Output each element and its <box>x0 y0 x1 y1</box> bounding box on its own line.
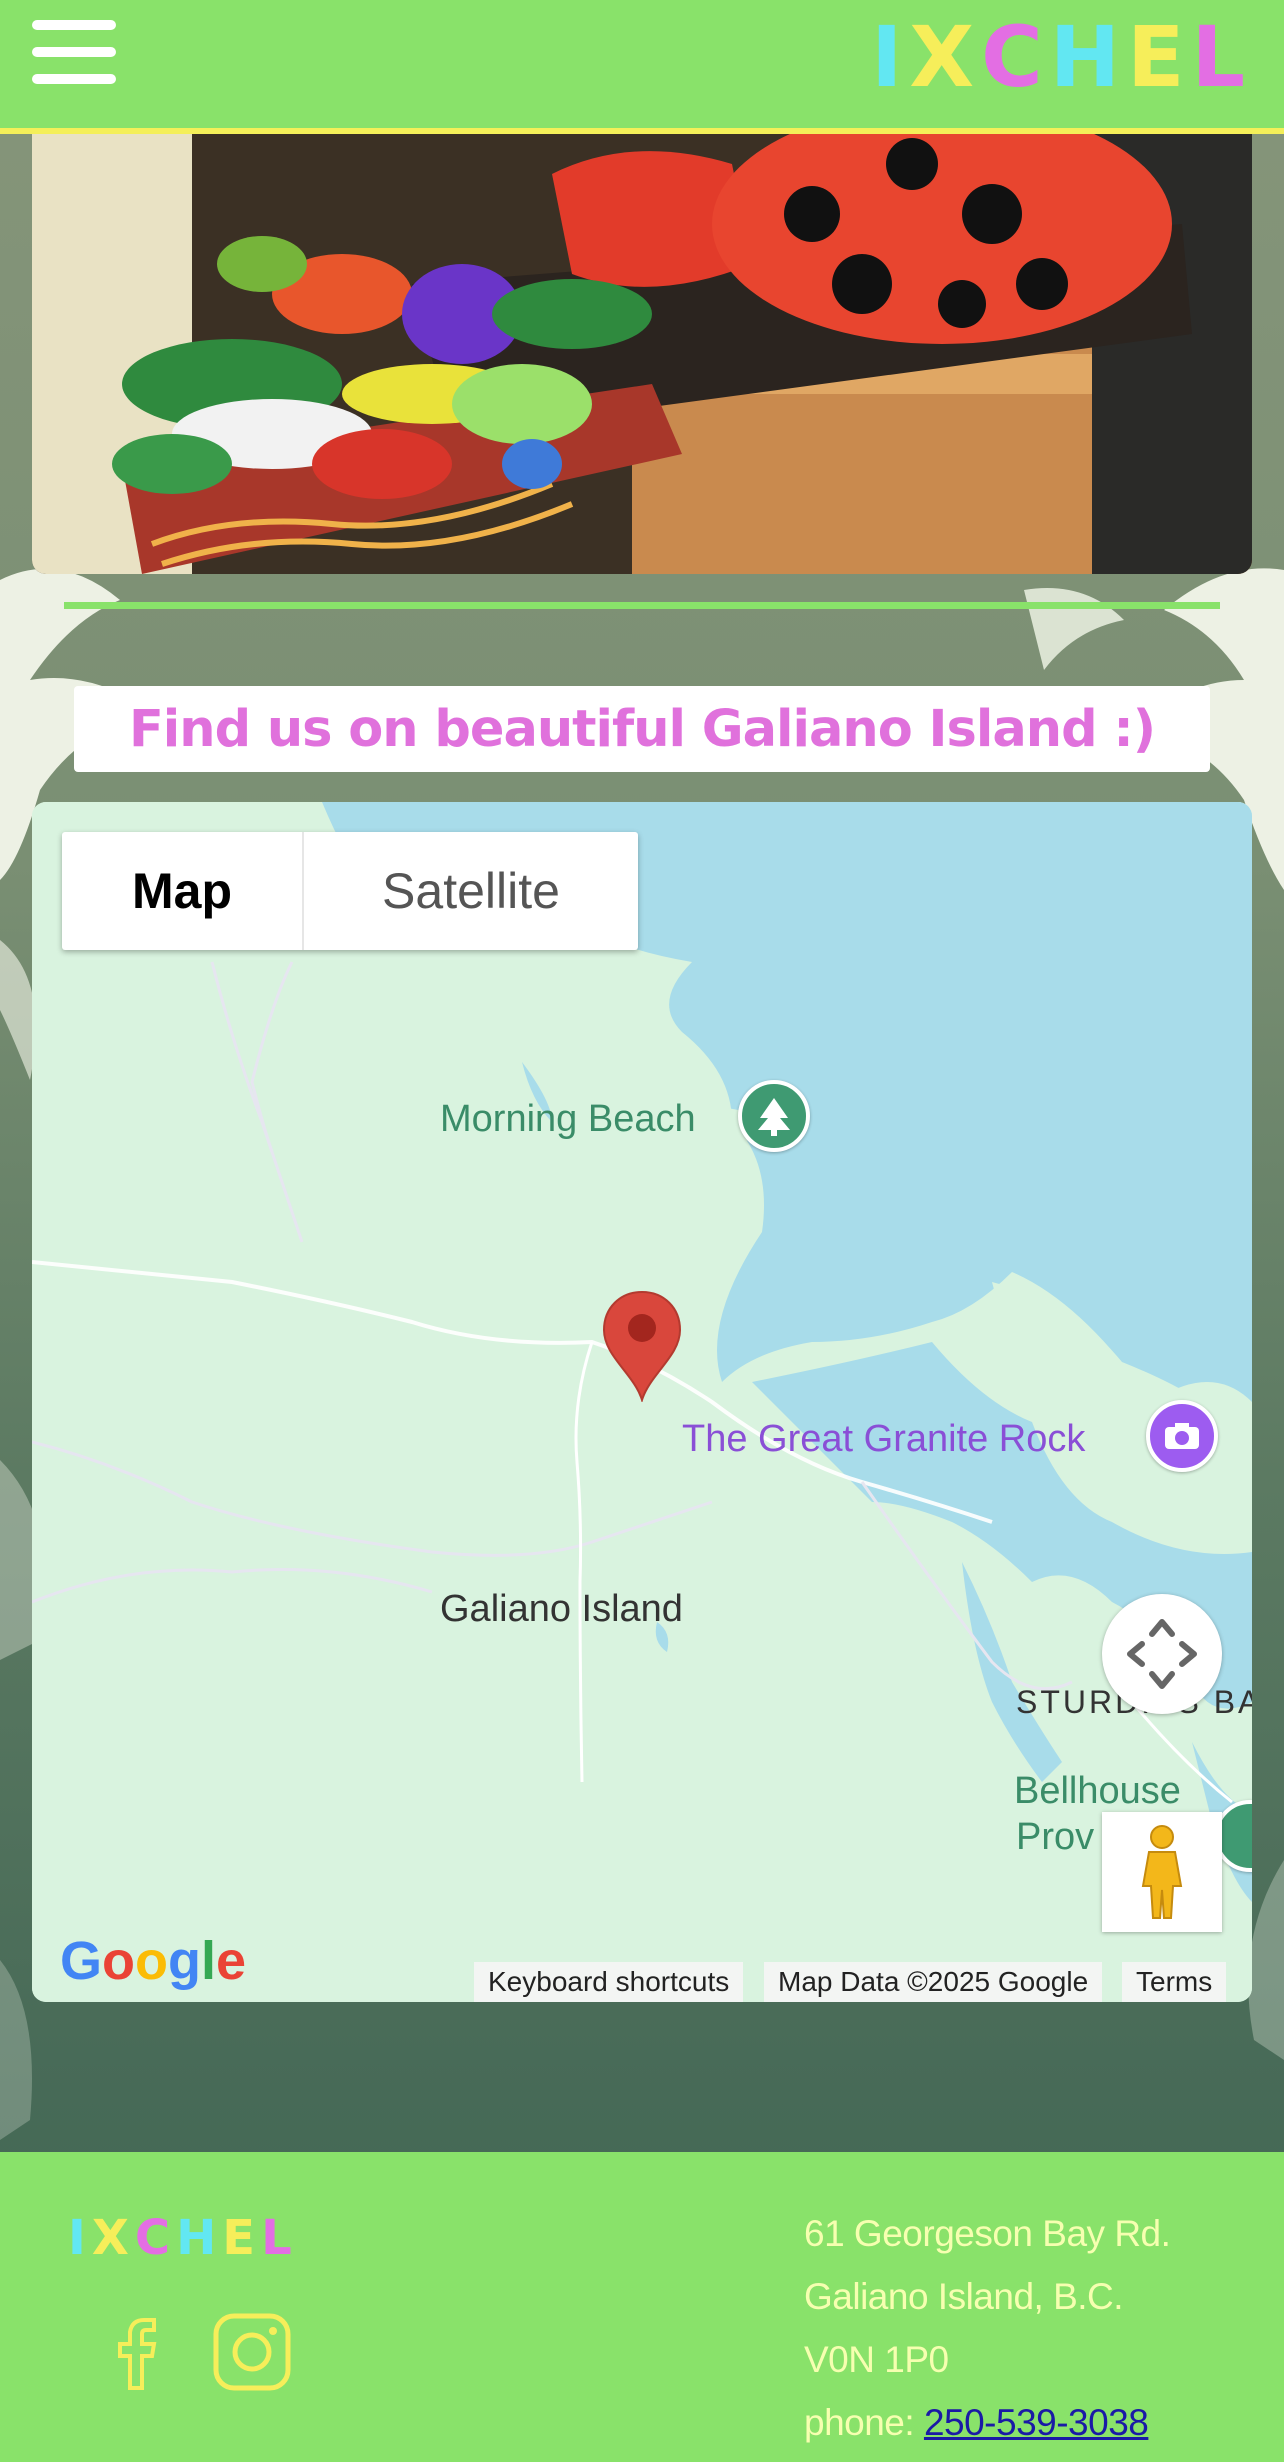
hamburger-icon[interactable] <box>32 20 116 84</box>
knitted-toys-photo <box>32 134 1252 574</box>
section-divider <box>64 602 1220 609</box>
label-great-granite-rock[interactable]: The Great Granite Rock <box>682 1418 1085 1461</box>
footer-logo-letter-e: E <box>222 2210 256 2266</box>
logo-letter-x: X <box>909 8 974 106</box>
camera-icon[interactable] <box>1146 1400 1218 1472</box>
footer-logo-letter-i: I <box>68 2210 86 2266</box>
label-bellhouse-line2[interactable]: Prov <box>1016 1816 1094 1859</box>
footer-logo-letter-h: H <box>176 2210 217 2266</box>
find-us-heading: Find us on beautiful Galiano Island :) <box>128 699 1156 759</box>
footer-ixchel-logo[interactable]: IXCHEL <box>68 2214 292 2262</box>
label-galiano-island[interactable]: Galiano Island <box>440 1588 683 1631</box>
phone-line: phone: 250-539-3038 <box>804 2391 1170 2454</box>
logo-letter-e: E <box>1127 8 1184 106</box>
logo-letter-l: L <box>1191 8 1245 106</box>
facebook-icon[interactable] <box>96 2312 176 2392</box>
label-bellhouse-line1[interactable]: Bellhouse <box>1014 1770 1181 1813</box>
footer-logo-letter-c: C <box>134 2210 171 2266</box>
street-view-pegman[interactable] <box>1102 1812 1222 1932</box>
park-icon[interactable] <box>738 1080 810 1152</box>
site-footer: IXCHEL 61 Georgeson Bay Rd. Galiano Isla… <box>0 2152 1284 2462</box>
instagram-icon[interactable] <box>212 2312 292 2392</box>
keyboard-shortcuts-link[interactable]: Keyboard shortcuts <box>474 1962 744 2002</box>
map-type-map-button[interactable]: Map <box>62 832 302 950</box>
location-marker-icon[interactable] <box>602 1290 682 1407</box>
terms-link[interactable]: Terms <box>1122 1962 1227 2002</box>
footer-logo-letter-x: X <box>91 2210 129 2266</box>
map-pan-control[interactable] <box>1102 1594 1222 1714</box>
footer-logo-letter-l: L <box>261 2210 292 2266</box>
map-type-satellite-button[interactable]: Satellite <box>302 832 638 950</box>
phone-link[interactable]: 250-539-3038 <box>924 2402 1149 2443</box>
address-street: 61 Georgeson Bay Rd. <box>804 2213 1171 2254</box>
logo-letter-h: H <box>1049 8 1120 106</box>
map-data-attribution: Map Data ©2025 Google <box>764 1962 1103 2002</box>
site-header: IXCHEL <box>0 0 1284 134</box>
label-morning-beach[interactable]: Morning Beach <box>440 1098 696 1141</box>
address-block: 61 Georgeson Bay Rd. Galiano Island, B.C… <box>804 2202 1171 2454</box>
map-type-control[interactable]: Map Satellite <box>62 832 638 950</box>
logo-letter-i: I <box>871 8 902 106</box>
google-logo[interactable]: Google <box>60 1930 246 1992</box>
phone-label: phone: <box>804 2402 924 2443</box>
address-city: Galiano Island, B.C. <box>804 2276 1124 2317</box>
pan-arrows-icon <box>1127 1619 1197 1689</box>
ixchel-logo[interactable]: IXCHEL <box>871 8 1245 106</box>
google-map[interactable]: Map Satellite Morning Beach The Great Gr… <box>32 802 1252 2002</box>
find-us-banner: Find us on beautiful Galiano Island :) <box>74 686 1210 772</box>
address-postal: V0N 1P0 <box>804 2339 949 2380</box>
pegman-icon <box>1141 1825 1183 1919</box>
logo-letter-c: C <box>981 8 1043 106</box>
